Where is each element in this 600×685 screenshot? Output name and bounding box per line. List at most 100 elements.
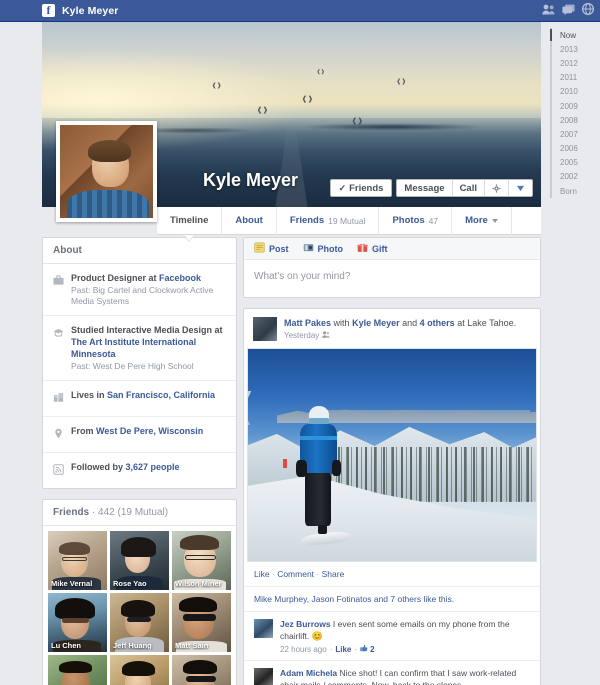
about-education-link[interactable]: The Art Institute International Minnesot… [71,337,196,359]
friends-card-count: 442 [98,507,115,518]
story-likes-summary[interactable]: Mike Murphey, Jason Fotinatos and 7 othe… [244,587,540,612]
friend-tile[interactable]: Mike Vernal [48,531,107,590]
about-city-link[interactable]: San Francisco, California [107,390,215,400]
profile-picture[interactable] [56,121,157,222]
rail-item-2009[interactable]: 2009 [552,99,600,113]
composer-tab-photo[interactable]: Photo [303,242,344,255]
friend-tile[interactable]: Rohit Wad [48,655,107,685]
gift-icon [357,242,368,255]
about-city-line: Lives in San Francisco, California [71,389,215,401]
story-others-link[interactable]: 4 others [420,318,455,328]
comment-author-avatar[interactable] [254,619,273,638]
rail-item-2005[interactable]: 2005 [552,156,600,170]
tab-friends[interactable]: Friends 19 Mutual [277,207,380,235]
about-row-city[interactable]: Lives in San Francisco, California [43,381,236,417]
friends-grid: Mike Vernal Rose Yao [43,526,236,685]
about-hometown-line: From West De Pere, Wisconsin [71,425,203,437]
share-link[interactable]: Share [322,569,345,579]
friend-tile[interactable]: Wilson Miner [172,531,231,590]
about-followers-link[interactable]: 3,627 people [126,462,180,472]
story-and-text: and [402,318,417,328]
rail-item-2013[interactable]: 2013 [552,42,600,56]
comment-link[interactable]: Comment [277,569,314,579]
friend-tile[interactable]: Matt Sain [172,593,231,652]
friends-privacy-icon[interactable] [322,331,330,340]
comment-like-number: 2 [370,645,374,654]
chevron-down-icon [492,219,498,223]
friend-name: Rose Yao [113,579,166,588]
profile-name-overlay: Kyle Meyer [203,170,298,191]
message-button[interactable]: Message [397,180,452,196]
composer-tab-post[interactable]: Post [254,242,289,255]
story-place[interactable]: Lake Tahoe. [467,318,516,328]
friend-tile[interactable]: Lu Chen [48,593,107,652]
about-education-line: Studied Interactive Media Design at The … [71,324,226,360]
comment-author-name[interactable]: Jez Burrows [280,619,331,629]
settings-gear-button[interactable] [485,180,509,196]
rail-item-2006[interactable]: 2006 [552,142,600,156]
about-row-followers[interactable]: Followed by 3,627 people [43,453,236,488]
about-work-prefix: Product Designer at [71,273,159,283]
action-separator: · [272,569,275,579]
comment-author-avatar[interactable] [254,668,273,685]
like-link[interactable]: Like [254,569,270,579]
comment-meta: 22 hours ago · Like · 2 [280,644,530,654]
rail-item-born[interactable]: Born [552,184,600,198]
comment-like-link[interactable]: Like [335,645,351,654]
tab-photos[interactable]: Photos 47 [379,207,452,235]
tab-timeline[interactable]: Timeline [157,207,222,235]
tab-about[interactable]: About [222,207,276,235]
about-row-work[interactable]: Product Designer at Facebook Past: Big C… [43,264,236,316]
rail-item-2007[interactable]: 2007 [552,127,600,141]
about-work-link[interactable]: Facebook [159,273,201,283]
friend-tile[interactable]: Rose Yao [110,531,169,590]
location-pin-icon [53,425,64,444]
rail-item-2008[interactable]: 2008 [552,113,600,127]
about-education-prefix: Studied Interactive Media Design at [71,325,223,335]
tab-photos-label: Photos [392,215,424,226]
comment-body: Adam Michela Nice shot! I can confirm th… [280,668,530,685]
composer-tab-gift[interactable]: Gift [357,242,388,255]
composer-tabs: Post Photo Gift [244,238,540,260]
call-button[interactable]: Call [453,180,485,196]
bird-icon: ❰❱ [212,83,222,89]
comment-author-name[interactable]: Adam Michela [280,668,337,678]
topbar-profile-name[interactable]: Kyle Meyer [62,5,118,17]
story-action-links: Like · Comment · Share [244,562,540,587]
rail-item-2012[interactable]: 2012 [552,56,600,70]
rail-item-2010[interactable]: 2010 [552,85,600,99]
rail-item-2002[interactable]: 2002 [552,170,600,184]
more-options-caret-button[interactable] [509,180,532,196]
notifications-icon[interactable] [582,2,594,20]
story-timestamp[interactable]: Yesterday [284,331,319,340]
friends-card-label[interactable]: Friends [53,507,89,518]
comment-item: Jez Burrows I even sent some emails on m… [244,612,540,661]
messages-icon[interactable] [562,2,575,20]
status-composer: Post Photo Gift What's on your mind? [243,237,541,298]
about-row-education[interactable]: Studied Interactive Media Design at The … [43,316,236,381]
tab-more[interactable]: More [452,207,512,235]
friends-separator: · [92,507,95,518]
rail-item-now[interactable]: Now [552,28,600,42]
friend-name: Lu Chen [51,641,104,650]
story-header-text: Matt Pakes with Kyle Meyer and 4 others … [284,317,516,341]
comment-content: Jez Burrows I even sent some emails on m… [280,619,530,654]
about-followers-line: Followed by 3,627 people [71,461,180,473]
story-author-name[interactable]: Matt Pakes [284,318,331,328]
bird-icon: ❰❱ [301,96,313,103]
story-author-avatar[interactable] [253,317,277,341]
friend-requests-icon[interactable] [542,2,555,20]
friend-tile[interactable]: Ash Wahi [172,655,231,685]
rail-item-2011[interactable]: 2011 [552,71,600,85]
friends-status-button[interactable]: ✓ Friends [330,179,393,197]
snowboarder-lake-tahoe-photo[interactable] [247,348,537,562]
friend-tile[interactable]: Jeff Huang [110,593,169,652]
about-card: About Product Designer at Facebook Past:… [42,237,237,489]
about-hometown-link[interactable]: West De Pere, Wisconsin [96,426,203,436]
friend-tile[interactable]: Wei Yeh [110,655,169,685]
topbar-icon-group [542,0,594,22]
composer-input[interactable]: What's on your mind? [244,260,540,297]
facebook-logo-icon[interactable]: f [42,4,55,17]
about-row-hometown[interactable]: From West De Pere, Wisconsin [43,417,236,453]
story-tagged-name[interactable]: Kyle Meyer [352,318,400,328]
